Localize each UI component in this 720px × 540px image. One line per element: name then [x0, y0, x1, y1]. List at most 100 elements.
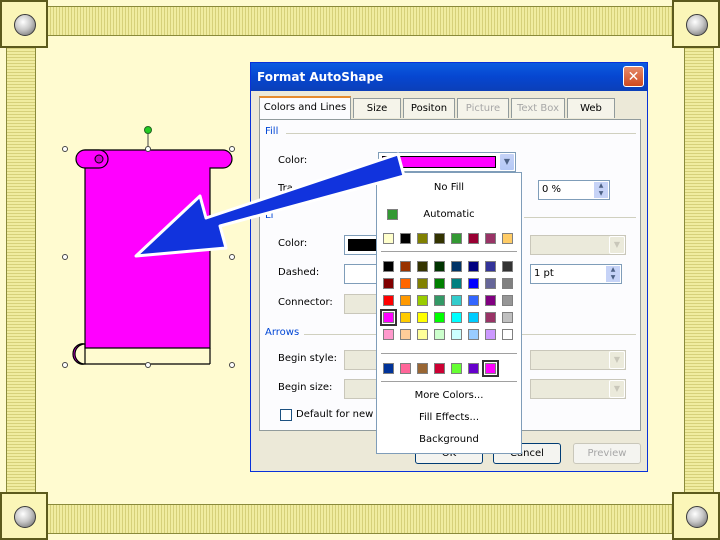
end-size-dropdown[interactable]: ▼	[530, 379, 626, 399]
tab-web[interactable]: Web	[567, 98, 615, 118]
color-swatch[interactable]	[417, 278, 428, 289]
color-swatch[interactable]	[482, 360, 499, 377]
selection-handle-bottom-right[interactable]	[229, 362, 235, 368]
color-swatch[interactable]	[502, 312, 513, 323]
weight-value: 1 pt	[534, 268, 554, 279]
selection-handle-top-left[interactable]	[62, 146, 68, 152]
line-style-dropdown[interactable]: ▼	[530, 235, 626, 255]
callout-arrow-icon	[134, 152, 406, 258]
no-fill-label: No Fill	[433, 182, 465, 193]
dashed-label: Dashed:	[278, 267, 320, 278]
selection-handle-bottom[interactable]	[145, 362, 151, 368]
chevron-down-icon: ▼	[609, 380, 625, 398]
color-swatch[interactable]	[434, 295, 445, 306]
color-swatch[interactable]	[417, 312, 428, 323]
tab-position[interactable]: Positon	[403, 98, 455, 118]
connector-dropdown[interactable]	[344, 294, 378, 314]
end-style-dropdown[interactable]: ▼	[530, 350, 626, 370]
color-swatch[interactable]	[451, 329, 462, 340]
tab-label: Web	[580, 103, 602, 114]
popup-separator	[381, 381, 517, 382]
line-section-divider	[524, 217, 636, 218]
frame-left-bar	[6, 44, 36, 502]
spinner-arrows-icon[interactable]: ▲ ▼	[594, 182, 608, 198]
dialog-title-bar: Format AutoShape	[251, 63, 647, 91]
tab-label: Size	[366, 103, 388, 114]
color-swatch[interactable]	[380, 309, 397, 326]
color-swatch[interactable]	[468, 363, 479, 374]
scroll-bottom-curl	[72, 343, 86, 365]
close-button[interactable]: ✕	[623, 66, 644, 87]
rotation-handle[interactable]	[144, 126, 152, 134]
color-swatch[interactable]	[468, 329, 479, 340]
begin-style-label: Begin style:	[278, 353, 338, 364]
color-swatch[interactable]	[485, 312, 496, 323]
color-swatch[interactable]	[468, 278, 479, 289]
fill-section-divider	[286, 133, 636, 134]
begin-style-dropdown[interactable]	[344, 350, 378, 370]
more-colors-label: More Colors...	[414, 390, 484, 401]
fill-effects-option[interactable]: Fill Effects...	[377, 408, 521, 428]
preview-button-label: Preview	[587, 448, 627, 459]
color-swatch[interactable]	[417, 295, 428, 306]
color-swatch[interactable]	[400, 278, 411, 289]
automatic-label: Automatic	[423, 209, 475, 220]
color-swatch[interactable]	[451, 233, 462, 244]
tab-picture[interactable]: Picture	[457, 98, 509, 118]
color-swatch[interactable]	[485, 233, 496, 244]
spinner-arrows-icon[interactable]: ▲ ▼	[606, 266, 620, 282]
color-swatch[interactable]	[400, 295, 411, 306]
color-swatch[interactable]	[400, 363, 411, 374]
color-swatch[interactable]	[383, 278, 394, 289]
color-swatch[interactable]	[502, 261, 513, 272]
color-swatch[interactable]	[383, 363, 394, 374]
tab-size[interactable]: Size	[353, 98, 401, 118]
tab-label: Text Box	[517, 103, 559, 114]
color-swatch[interactable]	[502, 278, 513, 289]
color-swatch[interactable]	[434, 363, 445, 374]
color-swatch[interactable]	[502, 329, 513, 340]
color-swatch[interactable]	[417, 233, 428, 244]
color-swatch[interactable]	[485, 329, 496, 340]
tab-text-box[interactable]: Text Box	[511, 98, 565, 118]
color-swatch[interactable]	[383, 295, 394, 306]
color-swatch[interactable]	[383, 329, 394, 340]
color-swatch[interactable]	[417, 261, 428, 272]
selection-handle-bottom-left[interactable]	[62, 362, 68, 368]
color-swatch[interactable]	[400, 329, 411, 340]
color-swatch[interactable]	[468, 295, 479, 306]
begin-size-dropdown[interactable]	[344, 379, 378, 399]
color-swatch[interactable]	[417, 329, 428, 340]
color-swatch[interactable]	[434, 278, 445, 289]
color-swatch[interactable]	[451, 278, 462, 289]
color-swatch[interactable]	[468, 233, 479, 244]
color-swatch[interactable]	[451, 312, 462, 323]
tab-colors-and-lines[interactable]: Colors and Lines	[259, 96, 351, 120]
color-swatch[interactable]	[485, 261, 496, 272]
color-swatch[interactable]	[502, 233, 513, 244]
color-swatch[interactable]	[485, 295, 496, 306]
color-swatch[interactable]	[451, 295, 462, 306]
transparency-spinner[interactable]: 0 % ▲ ▼	[538, 180, 610, 200]
color-swatch[interactable]	[434, 261, 445, 272]
selection-handle-left[interactable]	[62, 254, 68, 260]
weight-spinner[interactable]: 1 pt ▲ ▼	[530, 264, 622, 284]
color-swatch[interactable]	[468, 312, 479, 323]
more-colors-option[interactable]: More Colors...	[377, 386, 521, 406]
tab-label: Picture	[465, 103, 501, 114]
dashed-dropdown[interactable]	[344, 264, 378, 284]
default-checkbox[interactable]	[280, 409, 292, 421]
color-swatch[interactable]	[400, 312, 411, 323]
color-swatch[interactable]	[417, 363, 428, 374]
color-swatch[interactable]	[451, 363, 462, 374]
background-option[interactable]: Background	[377, 430, 521, 450]
preview-button[interactable]: Preview	[573, 443, 641, 464]
color-swatch[interactable]	[434, 329, 445, 340]
color-swatch[interactable]	[451, 261, 462, 272]
color-swatch[interactable]	[485, 278, 496, 289]
color-swatch[interactable]	[468, 261, 479, 272]
color-swatch[interactable]	[434, 233, 445, 244]
color-swatch[interactable]	[502, 295, 513, 306]
arrow-shape	[134, 152, 406, 258]
color-swatch[interactable]	[434, 312, 445, 323]
